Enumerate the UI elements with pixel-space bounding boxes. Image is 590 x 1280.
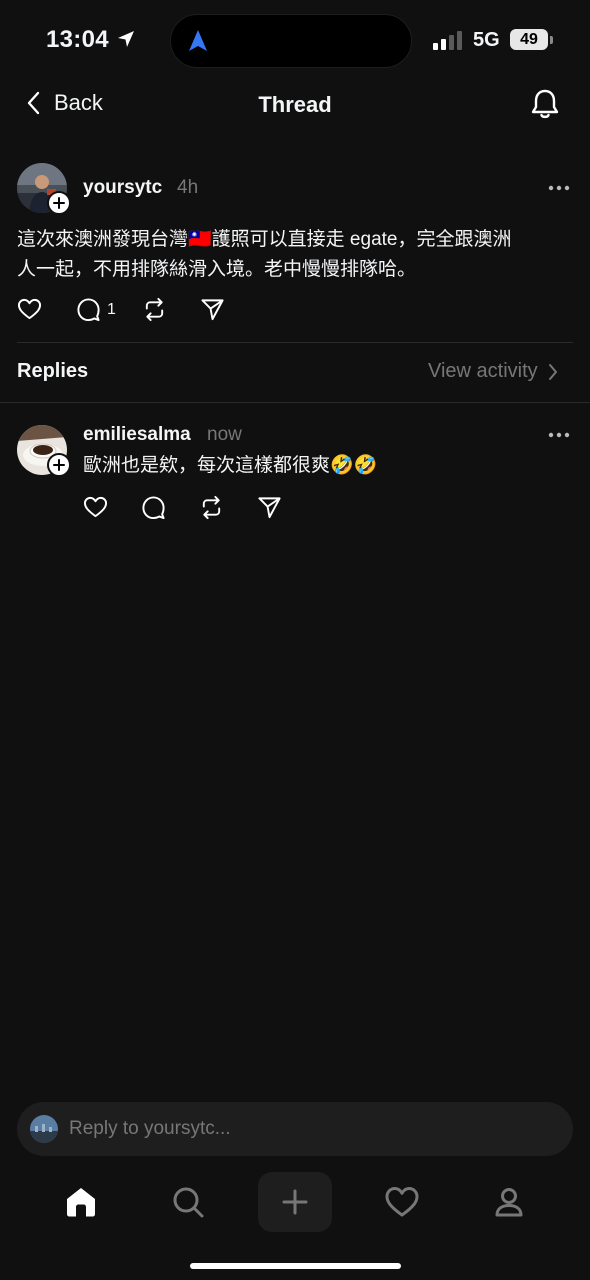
- share-button[interactable]: [257, 495, 282, 520]
- share-button[interactable]: [200, 297, 225, 322]
- heart-icon: [83, 496, 108, 518]
- heart-icon: [385, 1187, 419, 1217]
- nav-header: Back Thread: [0, 80, 590, 130]
- repost-button[interactable]: [199, 495, 224, 520]
- search-icon: [173, 1187, 204, 1218]
- main-post-avatar[interactable]: [17, 163, 71, 215]
- comment-count: 1: [107, 300, 116, 318]
- comment-icon: [142, 496, 165, 520]
- battery-tip: [550, 36, 553, 44]
- tab-search[interactable]: [151, 1172, 225, 1232]
- reply-more-button[interactable]: [548, 427, 570, 448]
- location-arrow-icon: [118, 31, 134, 47]
- reply-input[interactable]: Reply to yoursytc...: [17, 1102, 573, 1156]
- more-horizontal-icon: [548, 185, 570, 191]
- reply-body: 歐洲也是欸，每次這樣都很爽🤣🤣: [83, 455, 378, 476]
- profile-icon: [495, 1188, 523, 1217]
- reply-placeholder: Reply to yoursytc...: [69, 1118, 231, 1139]
- chevron-right-icon: [548, 363, 557, 380]
- more-horizontal-icon: [548, 432, 570, 438]
- tab-profile[interactable]: [472, 1172, 546, 1232]
- cellular-signal-icon: [433, 31, 462, 50]
- tab-bar: [0, 1172, 590, 1238]
- repost-button[interactable]: [142, 297, 167, 322]
- status-time: 13:04: [46, 26, 109, 53]
- comment-button[interactable]: [141, 495, 166, 520]
- heart-icon: [17, 298, 42, 320]
- network-type: 5G: [473, 29, 500, 51]
- post-body-line: 這次來澳洲發現台灣🇹🇼護照可以直接走 egate，完全跟澳洲: [17, 229, 512, 250]
- avatar-photo: [30, 1115, 58, 1143]
- repost-icon: [202, 495, 221, 520]
- view-activity-link[interactable]: View activity: [428, 360, 558, 383]
- reply-username[interactable]: emiliesalma: [83, 424, 191, 446]
- divider: [0, 402, 590, 403]
- replies-heading: Replies: [17, 360, 89, 382]
- comment-button[interactable]: 1: [76, 297, 116, 322]
- reply-time: now: [207, 424, 242, 445]
- like-button[interactable]: [17, 297, 42, 322]
- send-icon: [201, 299, 224, 321]
- post-body: 這次來澳洲發現台灣🇹🇼護照可以直接走 egate，完全跟澳洲 人一起，不用排隊絲…: [17, 225, 577, 285]
- reply-avatar[interactable]: [17, 425, 71, 477]
- post-body-line: 人一起，不用排隊絲滑入境。老中慢慢排隊哈。: [17, 259, 417, 280]
- plus-icon: [53, 197, 65, 209]
- divider: [17, 342, 573, 343]
- send-icon: [258, 497, 281, 519]
- post-time: 4h: [177, 177, 199, 198]
- post-actions: 1: [17, 297, 225, 322]
- plus-icon: [282, 1189, 308, 1215]
- navigation-arrow-icon: [189, 30, 207, 51]
- comment-icon: [77, 298, 100, 322]
- notifications-button[interactable]: [528, 87, 562, 126]
- home-indicator[interactable]: [190, 1263, 401, 1269]
- current-user-avatar: [30, 1115, 58, 1143]
- tab-activity[interactable]: [365, 1172, 439, 1232]
- dynamic-island: [170, 14, 412, 68]
- home-icon: [67, 1188, 95, 1217]
- status-bar: 13:04 5G 49: [0, 0, 590, 80]
- reply-actions: [83, 495, 282, 520]
- post-username[interactable]: yoursytc: [83, 177, 162, 199]
- battery-icon: 49: [510, 29, 548, 50]
- tab-home[interactable]: [44, 1172, 118, 1232]
- follow-plus-button[interactable]: [47, 453, 71, 477]
- post-more-button[interactable]: [548, 180, 570, 201]
- like-button[interactable]: [83, 495, 108, 520]
- back-label: Back: [54, 90, 103, 115]
- repost-icon: [145, 297, 164, 322]
- tab-create[interactable]: [258, 1172, 332, 1232]
- bell-icon: [531, 89, 559, 119]
- chevron-left-icon: [27, 91, 40, 115]
- follow-plus-button[interactable]: [47, 191, 71, 215]
- view-activity-label: View activity: [428, 360, 538, 382]
- back-button[interactable]: Back: [26, 90, 103, 116]
- plus-icon: [53, 459, 65, 471]
